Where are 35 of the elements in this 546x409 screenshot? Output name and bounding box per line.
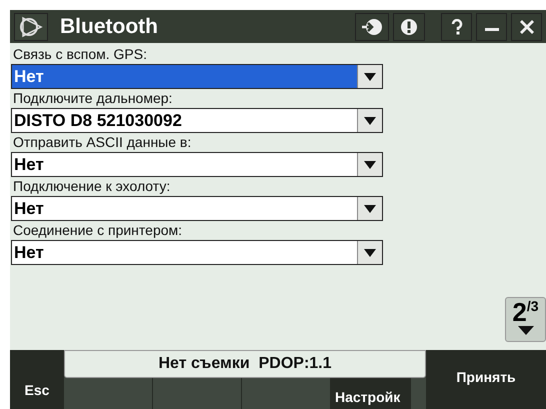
app-logo-icon[interactable] — [14, 12, 48, 40]
close-icon[interactable] — [511, 12, 542, 40]
dropdown-arrow-button[interactable] — [357, 241, 382, 264]
status-bar: Нет съемки PDOP:1.1 — [64, 350, 426, 378]
field-label: Подключите дальномер: — [12, 89, 174, 108]
caret-icon — [364, 248, 376, 256]
dropdown-value: Нет — [13, 242, 45, 264]
minimize-icon[interactable] — [476, 12, 507, 40]
caret-icon — [518, 326, 534, 335]
dropdown[interactable]: Нет — [11, 152, 383, 177]
field-label: Отправить ASCII данные в: — [12, 133, 192, 152]
field-label: Связь с вспом. GPS: — [12, 45, 148, 64]
help-icon[interactable] — [441, 12, 472, 40]
page-current: 2 — [512, 298, 527, 326]
dropdown[interactable]: Нет — [11, 196, 383, 221]
caret-icon — [364, 116, 376, 124]
field-label: Подключение к эхолоту: — [12, 177, 172, 196]
settings-softkey[interactable]: Настройк — [331, 378, 411, 409]
dropdown-arrow-button[interactable] — [357, 65, 382, 88]
dropdown[interactable]: Нет — [11, 240, 383, 265]
dropdown-arrow-button[interactable] — [357, 197, 382, 220]
login-icon[interactable] — [355, 12, 389, 40]
alert-icon[interactable] — [393, 12, 425, 40]
page-total: /3 — [526, 298, 539, 314]
dropdown-arrow-button[interactable] — [357, 109, 382, 132]
field-label: Соединение с принтером: — [12, 221, 184, 240]
caret-icon — [364, 160, 376, 168]
caret-icon — [364, 204, 376, 212]
dropdown-value: DISTO D8 521030092 — [13, 110, 183, 132]
window-title: Bluetooth — [60, 14, 158, 40]
dropdown-value: Нет — [13, 154, 45, 176]
caret-icon — [364, 72, 376, 80]
dropdown-value: Нет — [13, 198, 45, 220]
dropdown[interactable]: DISTO D8 521030092 — [11, 108, 383, 133]
dropdown-arrow-button[interactable] — [357, 153, 382, 176]
